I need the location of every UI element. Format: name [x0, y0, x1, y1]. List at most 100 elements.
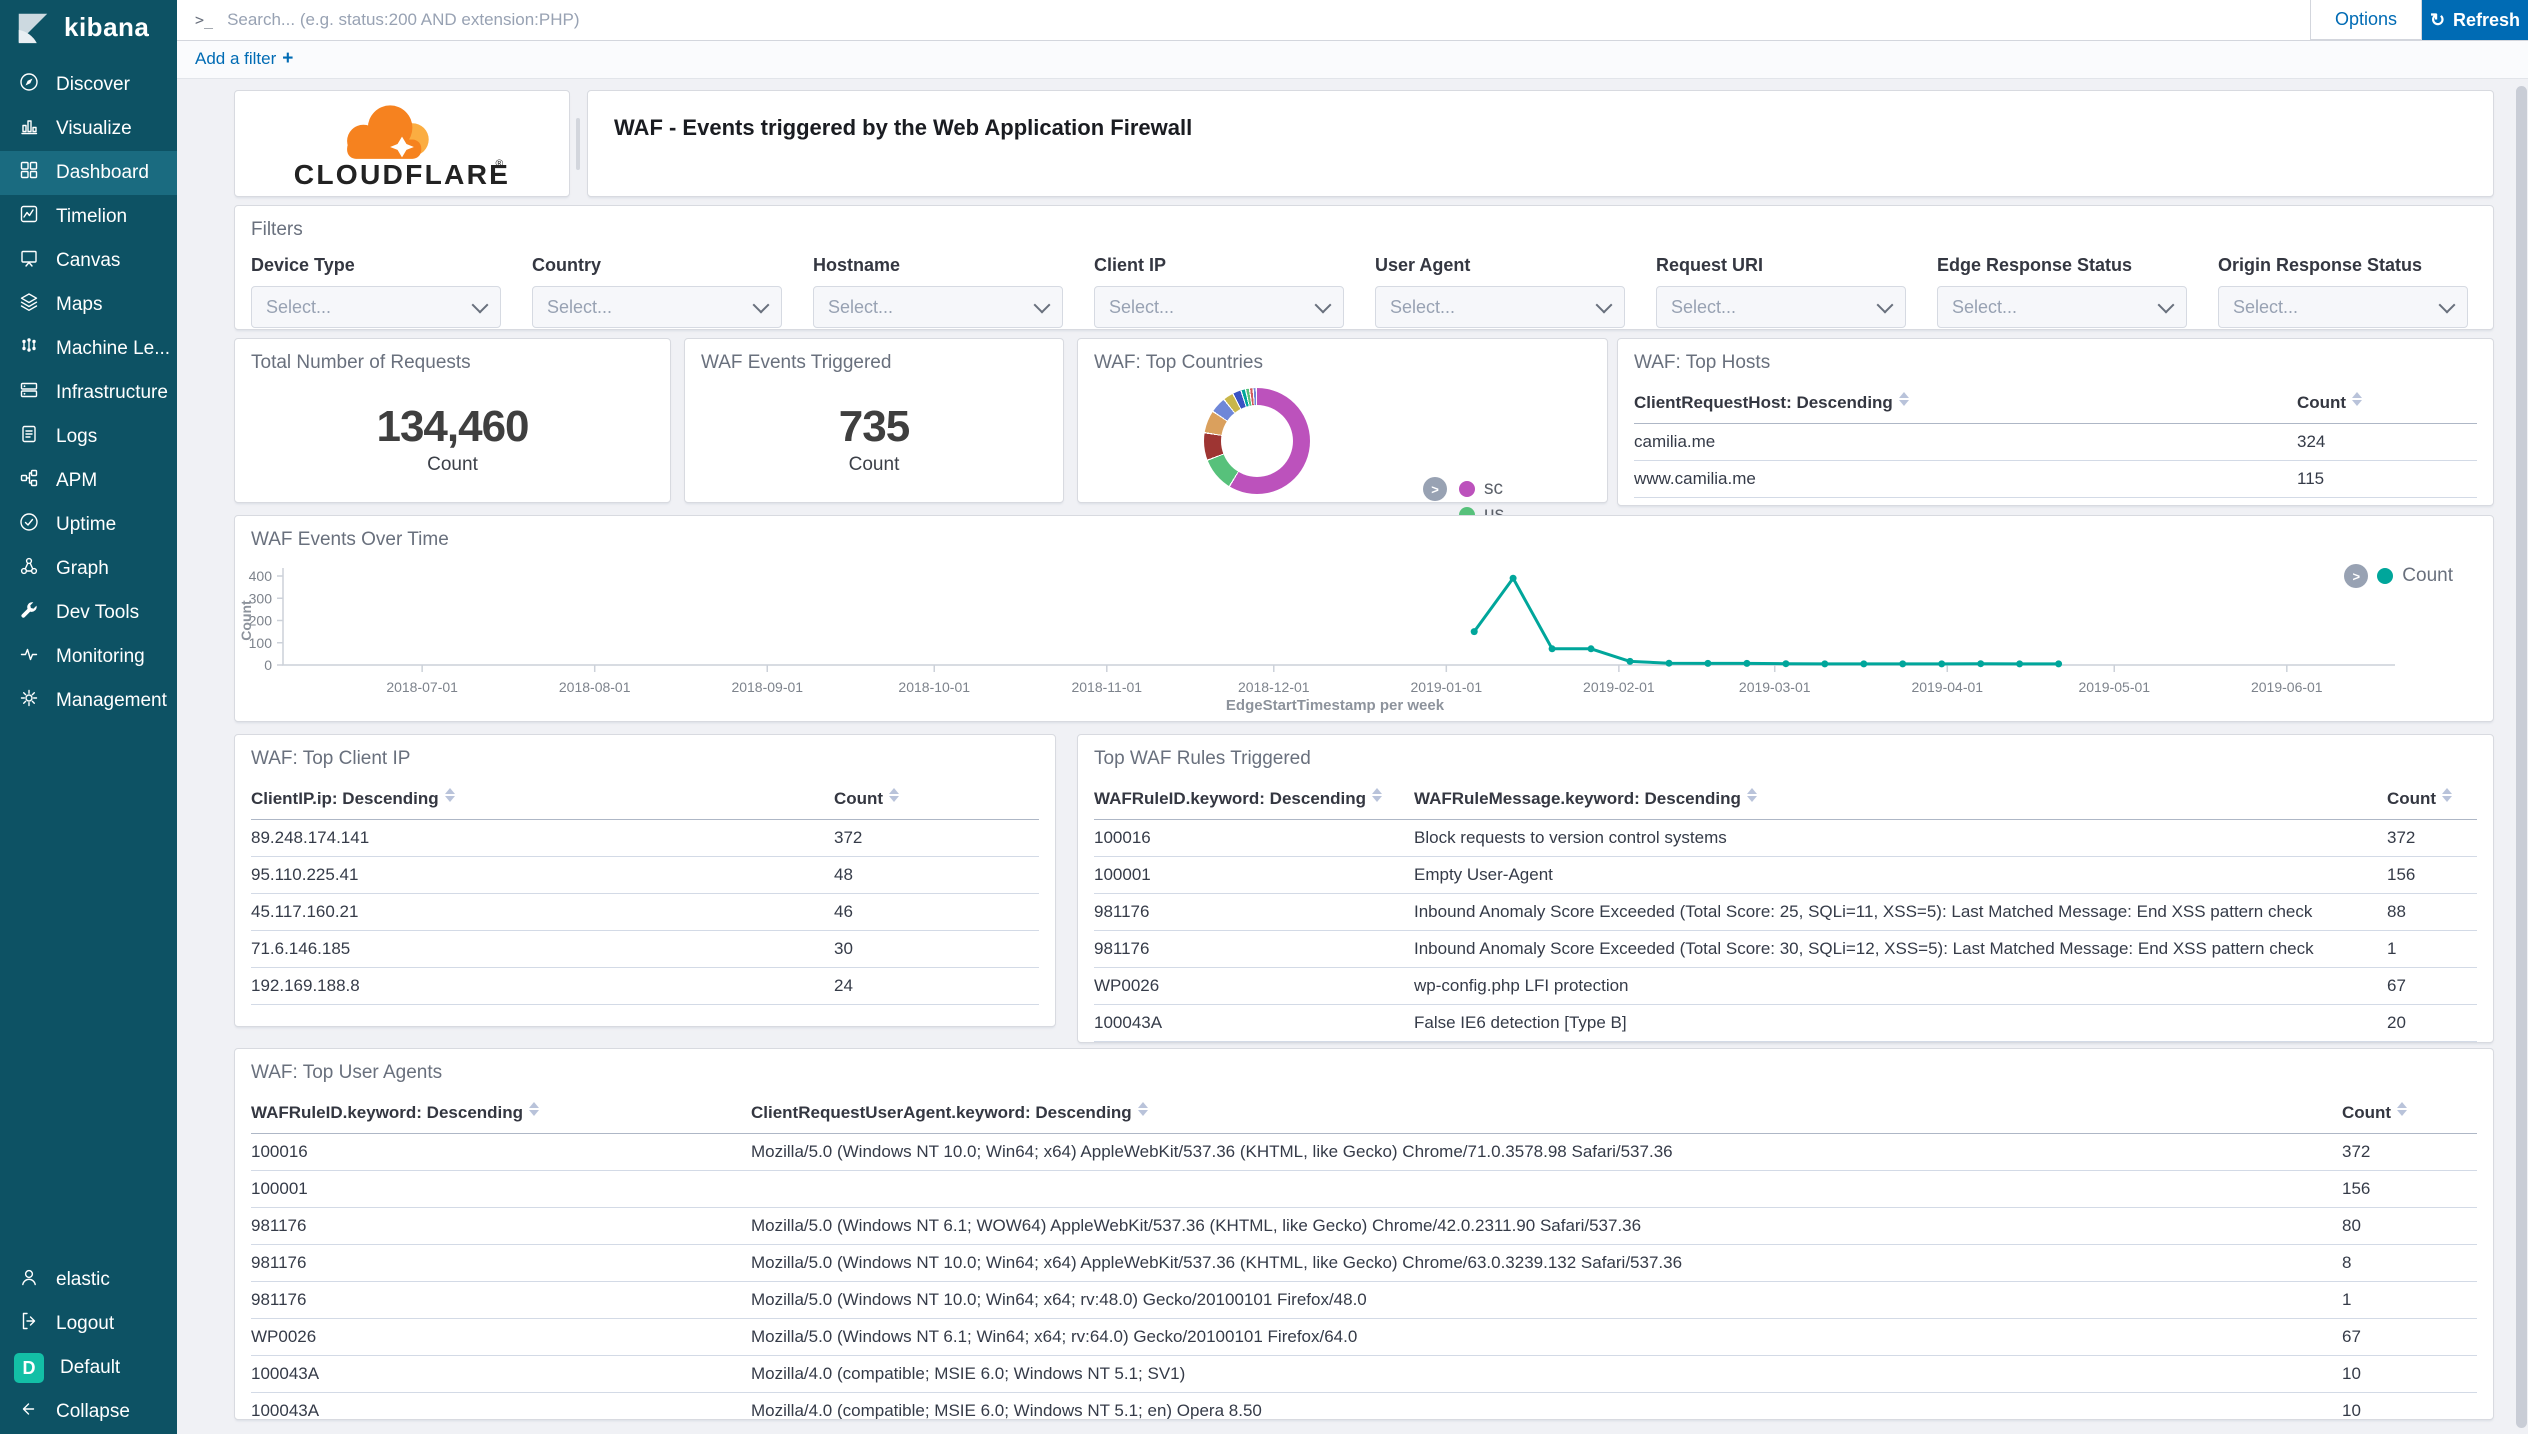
- top-client-ip-title: WAF: Top Client IP: [235, 735, 1055, 770]
- table-cell: camilia.me: [1634, 424, 2297, 461]
- panel-resize-handle[interactable]: [576, 118, 580, 170]
- legend-expand-icon[interactable]: >: [1423, 477, 1447, 501]
- add-filter-link[interactable]: Add a filter +: [195, 48, 293, 70]
- refresh-button[interactable]: ↻ Refresh: [2422, 0, 2528, 40]
- table-cell: 981176: [1094, 931, 1414, 968]
- legend-swatch: [1459, 481, 1475, 497]
- column-header[interactable]: ClientRequestHost: Descending: [1634, 380, 2297, 424]
- sidebar-item-monitoring[interactable]: Monitoring: [0, 635, 177, 679]
- filter-select-country[interactable]: Select...: [532, 286, 782, 328]
- column-header[interactable]: Count: [834, 776, 1039, 820]
- kibana-logo-text: kibana: [64, 12, 149, 43]
- sidebar-item-visualize[interactable]: Visualize: [0, 107, 177, 151]
- dashboard-title-panel: WAF - Events triggered by the Web Applic…: [587, 90, 2494, 197]
- filter-select-request-uri[interactable]: Select...: [1656, 286, 1906, 328]
- filter-select-origin-response-status[interactable]: Select...: [2218, 286, 2468, 328]
- table-row: camilia.me324: [1634, 424, 2477, 461]
- sidebar-item-apm[interactable]: APM: [0, 459, 177, 503]
- search-input[interactable]: [225, 9, 2310, 31]
- legend-item-sc[interactable]: >sc: [1459, 476, 1504, 502]
- column-header[interactable]: Count: [2297, 380, 2477, 424]
- column-header[interactable]: WAFRuleID.keyword: Descending: [1094, 776, 1414, 820]
- sort-icon: [1747, 788, 1757, 802]
- svg-text:2018-07-01: 2018-07-01: [386, 679, 458, 695]
- options-button[interactable]: Options: [2310, 0, 2422, 40]
- table-cell: www.camilia.me: [1634, 461, 2297, 498]
- sidebar-item-machine-le[interactable]: Machine Le...: [0, 327, 177, 371]
- sidebar-item-logs[interactable]: Logs: [0, 415, 177, 459]
- sort-icon: [1372, 788, 1382, 802]
- top-user-agents-panel: WAF: Top User Agents WAFRuleID.keyword: …: [234, 1048, 2494, 1420]
- filter-select-hostname[interactable]: Select...: [813, 286, 1063, 328]
- filter-select-device-type[interactable]: Select...: [251, 286, 501, 328]
- sort-icon: [1899, 392, 1909, 406]
- table-cell: 981176: [1094, 894, 1414, 931]
- table-row: 100001156: [251, 1171, 2477, 1208]
- table-row: WP0026wp-config.php LFI protection67: [1094, 968, 2477, 1005]
- table-cell: WP0026: [251, 1319, 751, 1356]
- filter-bar: Add a filter +: [177, 40, 2528, 79]
- filter-select-client-ip[interactable]: Select...: [1094, 286, 1344, 328]
- table-cell: 100043A: [1094, 1005, 1414, 1042]
- svg-text:2019-01-01: 2019-01-01: [1411, 679, 1483, 695]
- kibana-logo-icon: [14, 8, 52, 46]
- table-row: 192.169.188.824: [251, 968, 1039, 1005]
- column-header[interactable]: Count: [2342, 1090, 2477, 1134]
- table-cell: 10: [2342, 1356, 2477, 1393]
- sidebar-item-uptime[interactable]: Uptime: [0, 503, 177, 547]
- sidebar-item-graph[interactable]: Graph: [0, 547, 177, 591]
- column-header[interactable]: ClientRequestUserAgent.keyword: Descendi…: [751, 1090, 2342, 1134]
- sidebar-item-canvas[interactable]: Canvas: [0, 239, 177, 283]
- sidebar-item-timelion[interactable]: Timelion: [0, 195, 177, 239]
- sidebar-item-infrastructure[interactable]: Infrastructure: [0, 371, 177, 415]
- table-cell: 372: [2387, 820, 2477, 857]
- table-cell: 100001: [1094, 857, 1414, 894]
- svg-text:Count: Count: [238, 600, 254, 641]
- kibana-logo[interactable]: kibana: [0, 0, 177, 54]
- svg-text:2019-04-01: 2019-04-01: [1911, 679, 1983, 695]
- scrollbar[interactable]: [2516, 86, 2527, 1428]
- sidebar-item-dashboard[interactable]: Dashboard: [0, 151, 177, 195]
- legend-expand-icon[interactable]: >: [2344, 564, 2368, 588]
- filter-select-user-agent[interactable]: Select...: [1375, 286, 1625, 328]
- sidebar-item-discover[interactable]: Discover: [0, 63, 177, 107]
- table-cell: Inbound Anomaly Score Exceeded (Total Sc…: [1414, 931, 2387, 968]
- sidebar-item-logout[interactable]: Logout: [0, 1302, 177, 1346]
- table-cell: WP0026: [1094, 968, 1414, 1005]
- table-cell: 48: [834, 857, 1039, 894]
- sidebar-item-collapse[interactable]: Collapse: [0, 1390, 177, 1434]
- column-header[interactable]: Count: [2387, 776, 2477, 820]
- filter-label-country: Country: [532, 255, 813, 276]
- sort-icon: [445, 788, 455, 802]
- sidebar-item-maps[interactable]: Maps: [0, 283, 177, 327]
- monitoring-icon: [18, 643, 40, 671]
- sort-icon: [2352, 392, 2362, 406]
- column-header[interactable]: ClientIP.ip: Descending: [251, 776, 834, 820]
- top-client-ip-table: ClientIP.ip: DescendingCount89.248.174.1…: [251, 776, 1039, 1005]
- filter-select-edge-response-status[interactable]: Select...: [1937, 286, 2187, 328]
- filter-label-hostname: Hostname: [813, 255, 1094, 276]
- filters-panel: Filters Device Type Select... Country Se…: [234, 205, 2494, 330]
- column-header[interactable]: WAFRuleID.keyword: Descending: [251, 1090, 751, 1134]
- top-countries-donut[interactable]: [1204, 388, 1310, 494]
- table-cell: 1: [2342, 1282, 2477, 1319]
- table-cell: Mozilla/5.0 (Windows NT 10.0; Win64; x64…: [751, 1282, 2342, 1319]
- column-header[interactable]: WAFRuleMessage.keyword: Descending: [1414, 776, 2387, 820]
- sort-icon: [2397, 1102, 2407, 1116]
- sidebar-item-management[interactable]: Management: [0, 679, 177, 723]
- table-cell: 20: [2387, 1005, 2477, 1042]
- table-row: 981176Inbound Anomaly Score Exceeded (To…: [1094, 931, 2477, 968]
- machine-learning-icon: [18, 335, 40, 363]
- sidebar-item-default[interactable]: DDefault: [0, 1346, 177, 1390]
- scrollbar-thumb[interactable]: [2516, 86, 2527, 1428]
- chevron-down-icon: [753, 296, 770, 313]
- chevron-down-icon: [472, 296, 489, 313]
- collapse-arrow-icon: [18, 1398, 40, 1426]
- events-legend-label[interactable]: Count: [2402, 565, 2453, 587]
- sidebar-item-dev-tools[interactable]: Dev Tools: [0, 591, 177, 635]
- sidebar-footer: elasticLogoutDDefaultCollapse: [0, 1258, 177, 1434]
- table-cell: 981176: [251, 1282, 751, 1319]
- sidebar-item-elastic[interactable]: elastic: [0, 1258, 177, 1302]
- sort-icon: [529, 1102, 539, 1116]
- maps-icon: [18, 291, 40, 319]
